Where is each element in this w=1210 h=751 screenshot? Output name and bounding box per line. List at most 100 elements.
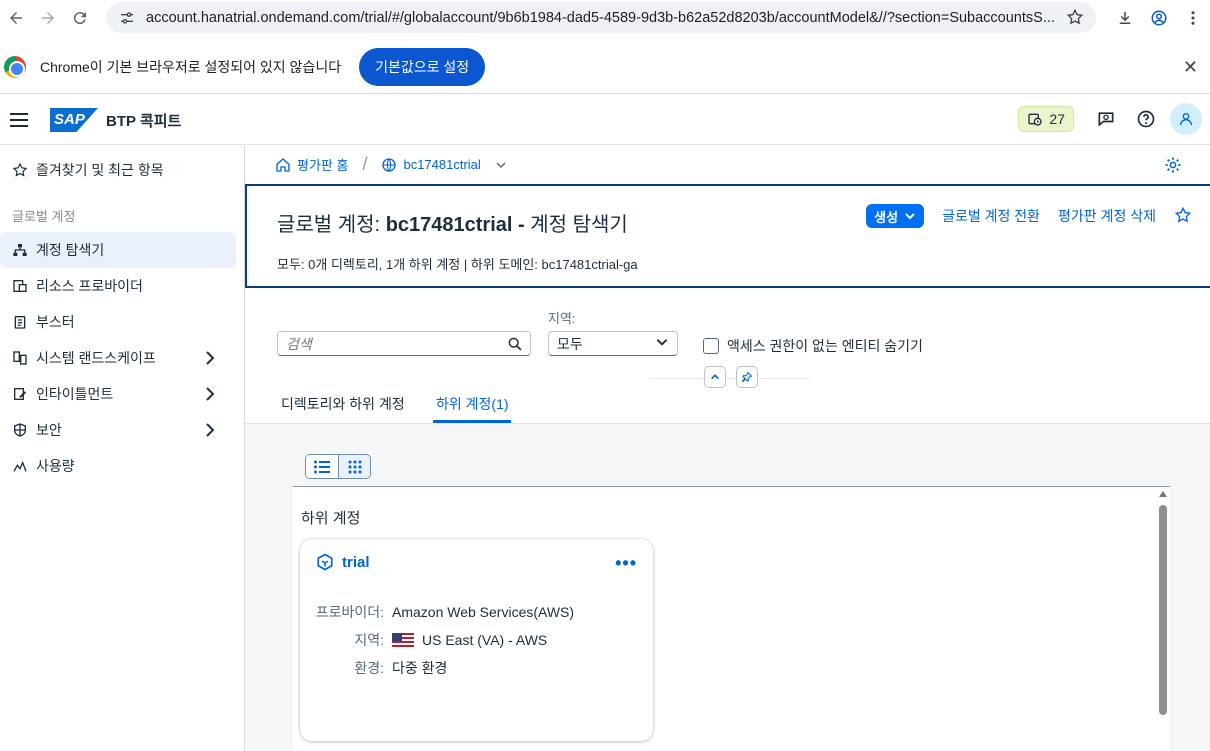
title-prefix: 글로벌 계정: xyxy=(277,214,381,236)
forward-button[interactable] xyxy=(32,2,64,34)
switch-global-account-link[interactable]: 글로벌 계정 전환 xyxy=(942,206,1040,226)
download-icon[interactable] xyxy=(1108,9,1142,27)
resource-provider-icon xyxy=(10,278,30,294)
url-text: account.hanatrial.ondemand.com/trial/#/g… xyxy=(146,9,1055,26)
checkbox-label: 액세스 권한이 없는 엔티티 숨기기 xyxy=(727,338,923,354)
main-content: 평가판 홈 / bc17481ctrial 글로벌 계정: bc17481ctr… xyxy=(245,146,1210,751)
notifications-button[interactable]: 27 xyxy=(1018,106,1074,132)
sidebar-item-system-landscape[interactable]: 시스템 랜드스케이프 xyxy=(0,340,244,376)
sidebar-item-resource-providers[interactable]: 리소스 프로바이더 xyxy=(0,268,244,304)
chevron-down-icon xyxy=(905,213,915,220)
subaccount-name: trial xyxy=(342,553,370,571)
star-icon xyxy=(10,162,30,178)
region-selected-value: 모두 xyxy=(557,335,583,352)
reload-icon xyxy=(73,12,86,25)
booster-icon xyxy=(10,314,30,330)
arrow-left-icon xyxy=(10,12,22,24)
sidebar-item-entitlements[interactable]: 인타이틀먼트 xyxy=(0,376,244,412)
tile-view-button[interactable] xyxy=(338,455,370,478)
sidebar-item-label: 리소스 프로바이더 xyxy=(36,278,143,294)
bookmark-star-icon[interactable] xyxy=(1066,8,1084,29)
page-subtitle: 모두: 0개 디렉토리, 1개 하위 계정 | 하위 도메인: bc17481c… xyxy=(277,257,638,272)
default-browser-infobar: Chrome이 기본 브라우저로 설정되어 있지 않습니다 기본값으로 설정 ✕ xyxy=(0,40,1210,94)
close-icon[interactable]: ✕ xyxy=(1183,57,1198,78)
vertical-scrollbar[interactable] xyxy=(1156,487,1170,751)
sidebar-item-usage[interactable]: 사용량 xyxy=(0,448,244,484)
hide-inaccessible-checkbox[interactable]: 액세스 권한이 없는 엔티티 숨기기 xyxy=(703,336,923,356)
list-view-button[interactable] xyxy=(306,455,338,478)
profile-icon[interactable] xyxy=(1142,9,1176,27)
region-value: US East (VA) - AWS xyxy=(422,632,548,648)
arrow-right-icon xyxy=(42,12,54,24)
globe-icon xyxy=(382,157,397,172)
subaccount-card-title[interactable]: trial xyxy=(316,553,370,571)
browser-toolbar: account.hanatrial.ondemand.com/trial/#/g… xyxy=(0,0,1210,36)
side-navigation: 즐겨찾기 및 최근 항목 글로벌 계정 계정 탐색기 리소스 프로바이더 부스터… xyxy=(0,146,245,751)
title-suffix: 계정 탐색기 xyxy=(530,214,628,236)
search-input[interactable] xyxy=(278,335,500,352)
page-title: 글로벌 계정: bc17481ctrial - 계정 탐색기 xyxy=(277,208,628,237)
sidebar-item-label: 부스터 xyxy=(36,314,75,330)
sidebar-item-label: 보안 xyxy=(36,422,62,438)
chrome-logo-icon xyxy=(4,55,26,78)
address-bar[interactable]: account.hanatrial.ondemand.com/trial/#/g… xyxy=(106,2,1096,33)
sidebar-item-label: 인타이틀먼트 xyxy=(36,386,114,402)
view-toggle xyxy=(305,454,371,479)
environment-label: 환경: xyxy=(354,660,384,676)
hierarchy-icon xyxy=(10,242,30,258)
tab-subaccounts[interactable]: 하위 계정(1) xyxy=(436,394,509,414)
entitlement-icon xyxy=(10,386,30,402)
breadcrumb-home-link[interactable]: 평가판 홈 xyxy=(297,155,348,174)
menu-icon[interactable] xyxy=(10,109,28,131)
breadcrumb-account-link[interactable]: bc17481ctrial xyxy=(403,157,480,172)
user-avatar[interactable] xyxy=(1170,103,1202,135)
explorer-body: 하위 계정 trial ••• 프로바이더: Amazon Web Servic… xyxy=(245,424,1210,751)
tab-directories-and-subaccounts[interactable]: 디렉토리와 하위 계정 xyxy=(281,394,405,414)
chevron-down-icon xyxy=(655,335,669,352)
site-settings-icon[interactable] xyxy=(112,10,142,26)
subaccounts-panel: 하위 계정 trial ••• 프로바이더: Amazon Web Servic… xyxy=(293,486,1170,751)
favorite-star-icon[interactable] xyxy=(1174,206,1192,227)
scroll-thumb[interactable] xyxy=(1159,505,1167,715)
more-options-icon[interactable]: ••• xyxy=(615,553,637,574)
chevron-down-icon[interactable] xyxy=(495,159,507,171)
chevron-up-icon xyxy=(711,374,719,380)
chevron-right-icon xyxy=(204,423,216,440)
region-row: 지역: US East (VA) - AWS xyxy=(300,630,653,650)
sidebar-item-label: 시스템 랜드스케이프 xyxy=(36,350,156,366)
scroll-up-arrow[interactable] xyxy=(1159,491,1167,497)
region-field-label: 지역: xyxy=(354,632,384,648)
pin-icon xyxy=(741,371,753,383)
list-icon xyxy=(314,460,330,473)
search-icon[interactable] xyxy=(500,336,530,352)
breadcrumb: 평가판 홈 / bc17481ctrial xyxy=(275,154,507,175)
delete-trial-account-link[interactable]: 평가판 계정 삭제 xyxy=(1058,206,1156,226)
sidebar-item-security[interactable]: 보안 xyxy=(0,412,244,448)
create-button[interactable]: 생성 xyxy=(866,204,925,228)
subaccount-card[interactable]: trial ••• 프로바이더: Amazon Web Services(AWS… xyxy=(300,539,653,741)
help-icon[interactable] xyxy=(1126,109,1166,129)
reload-button[interactable] xyxy=(64,2,96,34)
checkbox[interactable] xyxy=(703,338,719,354)
region-select[interactable]: 모두 xyxy=(548,331,678,356)
back-button[interactable] xyxy=(0,2,32,34)
more-vert-icon[interactable] xyxy=(1176,9,1210,27)
grid-icon xyxy=(348,460,361,473)
sap-logo[interactable]: SAP xyxy=(50,108,98,132)
sidebar-item-label: 사용량 xyxy=(36,458,75,474)
sidebar-item-favorites[interactable]: 즐겨찾기 및 최근 항목 xyxy=(0,152,244,188)
usage-icon xyxy=(10,458,30,474)
provider-value: Amazon Web Services(AWS) xyxy=(392,604,575,620)
landscape-icon xyxy=(10,350,30,366)
feedback-icon[interactable] xyxy=(1086,109,1126,129)
shell-title: BTP 콕피트 xyxy=(106,112,182,130)
sidebar-item-account-explorer[interactable]: 계정 탐색기 xyxy=(0,232,236,268)
chevron-right-icon xyxy=(204,351,216,368)
set-default-button[interactable]: 기본값으로 설정 xyxy=(359,47,486,86)
gear-icon[interactable] xyxy=(1164,156,1182,177)
active-tab-indicator xyxy=(433,420,511,423)
search-field xyxy=(277,331,531,356)
create-button-label: 생성 xyxy=(874,209,899,225)
infobar-message: Chrome이 기본 브라우저로 설정되어 있지 않습니다 xyxy=(40,58,342,75)
sidebar-item-boosters[interactable]: 부스터 xyxy=(0,304,244,340)
